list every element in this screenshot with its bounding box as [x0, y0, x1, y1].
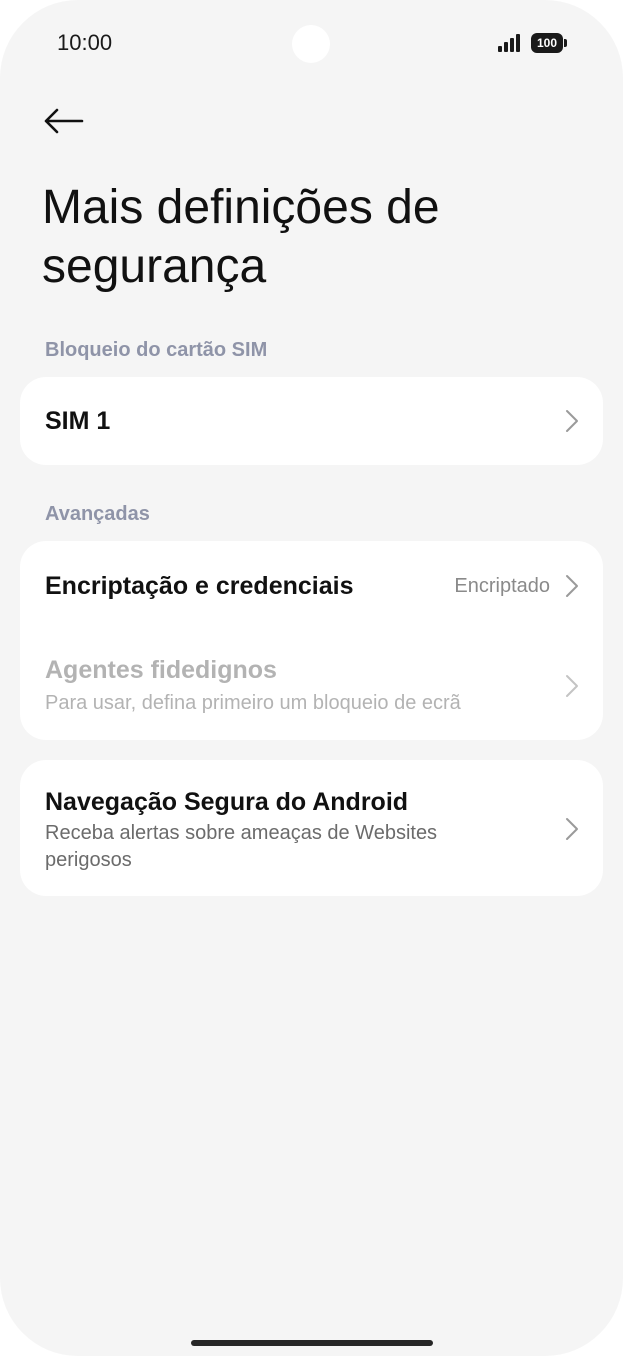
android-safe-browsing-item[interactable]: Navegação Segura do Android Receba alert…: [20, 760, 603, 896]
phone-screen: 10:00 100 Mais definições de segurança B…: [0, 0, 623, 1356]
battery-icon: 100: [531, 33, 567, 53]
chevron-right-icon: [566, 575, 578, 597]
chevron-right-icon: [566, 675, 578, 697]
front-camera: [292, 25, 330, 63]
section-header-sim-lock: Bloqueio do cartão SIM: [45, 339, 268, 361]
safe-browsing-card: Navegação Segura do Android Receba alert…: [20, 760, 603, 896]
trust-agents-subtitle: Para usar, defina primeiro um bloqueio d…: [45, 692, 461, 714]
sim-lock-card: SIM 1: [20, 377, 603, 465]
status-bar: 10:00 100: [0, 0, 623, 90]
sim-1-item[interactable]: SIM 1: [20, 377, 603, 465]
encryption-credentials-item[interactable]: Encriptação e credenciais Encriptado: [20, 541, 603, 631]
status-time: 10:00: [57, 30, 113, 55]
home-indicator[interactable]: [191, 1340, 433, 1346]
android-safe-browsing-subtitle: Receba alertas sobre ameaças de Websites…: [45, 822, 438, 871]
encryption-credentials-label: Encriptação e credenciais: [45, 572, 354, 600]
section-header-advanced: Avançadas: [45, 503, 150, 525]
trust-agents-item: Agentes fidedignos Para usar, defina pri…: [20, 637, 603, 740]
chevron-right-icon: [566, 410, 578, 432]
back-button[interactable]: [38, 98, 88, 144]
android-safe-browsing-label: Navegação Segura do Android: [45, 788, 409, 816]
advanced-card: Encriptação e credenciais Encriptado Age…: [20, 541, 603, 740]
chevron-right-icon: [566, 818, 578, 840]
page-title: Mais definições de segurança: [42, 181, 440, 293]
back-arrow-icon: [44, 108, 84, 134]
signal-icon: [498, 34, 522, 52]
sim-1-label: SIM 1: [45, 407, 111, 435]
trust-agents-label: Agentes fidedignos: [45, 656, 277, 684]
encryption-status-value: Encriptado: [454, 575, 550, 597]
